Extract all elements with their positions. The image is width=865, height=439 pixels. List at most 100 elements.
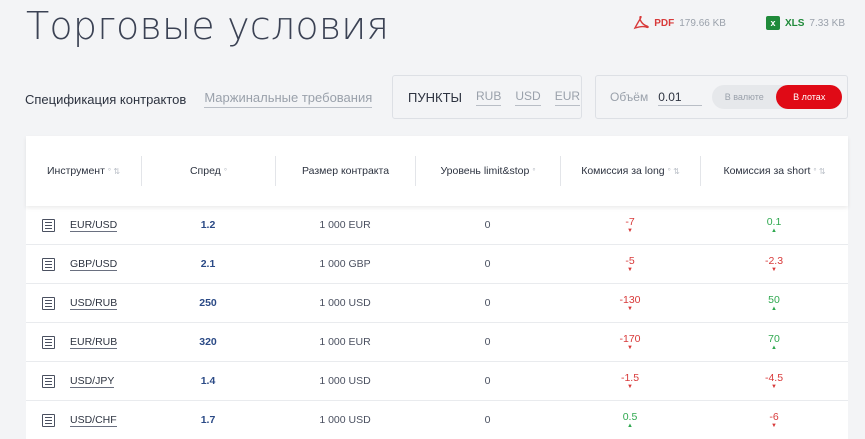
table-row: USD/JPY 1.4 1 000 USD 0 -1.5 ▼ -4.5 ▼ [26,362,848,401]
calculator-icon[interactable] [42,257,55,271]
arrow-down-icon: ▼ [771,384,777,390]
instrument-link[interactable]: EUR/RUB [70,336,118,349]
arrow-down-icon: ▼ [627,306,633,312]
value-text: 0.1 [766,216,782,228]
table-row: EUR/USD 1.2 1 000 EUR 0 -7 ▼ 0.1 ▲ [26,206,848,245]
arrow-down-icon: ▼ [627,345,633,351]
commission-short-cell: -4.5 ▼ [700,372,848,390]
sort-icon: ° ⇅ [813,166,826,176]
contract-size-value: 1 000 GBP [319,258,371,270]
commission-short-cell: 50 ▲ [700,294,848,312]
commission-short-value: -6 ▼ [769,411,778,429]
volume-label: Объём [610,90,649,104]
value-text: 50 [768,294,780,306]
instrument-link[interactable]: GBP/USD [70,258,118,271]
download-xls-link[interactable]: x XLS 7.33 KB [765,16,845,30]
unit-points[interactable]: ПУНКТЫ [408,90,462,105]
commission-long-cell: 0.5 ▲ [560,411,700,429]
info-icon: ° [532,166,536,176]
limit-stop-value: 0 [484,297,491,309]
limit-stop-value: 0 [484,375,491,387]
header-label: Комиссия за short [723,165,811,177]
volume-input[interactable] [658,88,703,106]
contract-size-value: 1 000 USD [319,297,371,309]
instrument-link[interactable]: USD/JPY [70,375,115,388]
arrow-up-icon: ▲ [771,306,777,312]
table-row: USD/CHF 1.7 1 000 USD 0 0.5 ▲ -6 ▼ [26,401,848,439]
value-text: 0.5 [622,411,638,423]
unit-eur[interactable]: EUR [554,89,581,106]
conditions-table: Инструмент ° ⇅ Спред ° Размер контракта Ур… [26,136,848,439]
downloads: PDF 179.66 KB x XLS 7.33 KB [633,16,845,30]
header-commission-short[interactable]: Комиссия за short ° ⇅ [700,156,848,186]
calculator-icon[interactable] [42,374,55,388]
limit-stop-value: 0 [484,336,491,348]
commission-short-value: 0.1 ▲ [767,216,782,234]
commission-long-value: -130 ▼ [619,294,640,312]
header-label: Комиссия за long [581,165,665,177]
contract-size-value: 1 000 USD [319,414,371,426]
arrow-up-icon: ▲ [627,423,633,429]
instrument-link[interactable]: EUR/USD [70,219,118,232]
toggle-currency[interactable]: В валюте [712,92,776,102]
xls-label: XLS [784,17,805,29]
header-label: Спред [189,165,221,177]
header-label: Размер контракта [301,165,390,177]
value-text: -130 [619,294,641,306]
header-label: Инструмент [46,165,105,177]
calculator-icon[interactable] [42,218,55,232]
instrument-link[interactable]: USD/CHF [70,414,117,427]
arrow-down-icon: ▼ [627,267,633,273]
instrument-cell: USD/JPY [26,374,141,388]
sort-icon: ° ⇅ [107,166,121,176]
instrument-cell: USD/RUB [26,296,141,310]
value-text: -1.5 [620,372,640,384]
header-instrument[interactable]: Инструмент ° ⇅ [26,156,141,186]
value-text: -7 [625,216,635,228]
commission-long-cell: -170 ▼ [560,333,700,351]
volume-mode-toggle[interactable]: В валюте В лотах [712,85,843,109]
header-contract-size[interactable]: Размер контракта [275,156,415,186]
download-pdf-link[interactable]: PDF 179.66 KB [633,16,726,30]
header-commission-long[interactable]: Комиссия за long ° ⇅ [560,156,700,186]
arrow-down-icon: ▼ [771,423,777,429]
spread-value: 250 [199,297,217,309]
commission-long-value: -170 ▼ [619,333,640,351]
volume-control: Объём В валюте В лотах [595,75,848,119]
contract-size-value: 1 000 USD [319,375,371,387]
tabs: Спецификация контрактов Маржинальные тре… [25,90,373,108]
limit-stop-value: 0 [484,219,491,231]
value-text: 70 [768,333,780,345]
commission-long-value: -1.5 ▼ [621,372,639,390]
toggle-lots[interactable]: В лотах [776,85,843,109]
arrow-up-icon: ▲ [771,345,777,351]
commission-long-cell: -7 ▼ [560,216,700,234]
info-icon: ° [223,166,228,176]
spread-value: 320 [199,336,217,348]
limit-stop-value: 0 [484,258,491,270]
value-text: -4.5 [764,372,784,384]
commission-long-cell: -5 ▼ [560,255,700,273]
value-text: -2.3 [764,255,784,267]
unit-usd[interactable]: USD [515,89,541,106]
tab-margin-requirements[interactable]: Маржинальные требования [204,90,373,108]
arrow-up-icon: ▲ [771,228,777,234]
calculator-icon[interactable] [42,413,55,427]
commission-short-cell: -2.3 ▼ [700,255,848,273]
header-label: Уровень limit&stop [440,165,530,177]
calculator-icon[interactable] [42,296,55,310]
unit-rub[interactable]: RUB [476,89,502,106]
header-spread[interactable]: Спред ° [141,156,275,186]
commission-short-value: 50 ▲ [768,294,780,312]
tab-contract-spec[interactable]: Спецификация контрактов [25,92,186,107]
instrument-link[interactable]: USD/RUB [70,297,118,310]
header-limit-stop[interactable]: Уровень limit&stop ° [415,156,560,186]
commission-long-value: 0.5 ▲ [623,411,638,429]
table-row: GBP/USD 2.1 1 000 GBP 0 -5 ▼ -2.3 ▼ [26,245,848,284]
pdf-size: 179.66 KB [679,17,726,29]
value-text: -5 [625,255,635,267]
table-header: Инструмент ° ⇅ Спред ° Размер контракта Ур… [26,136,848,206]
spread-value: 2.1 [200,258,216,270]
commission-long-cell: -130 ▼ [560,294,700,312]
calculator-icon[interactable] [42,335,55,349]
